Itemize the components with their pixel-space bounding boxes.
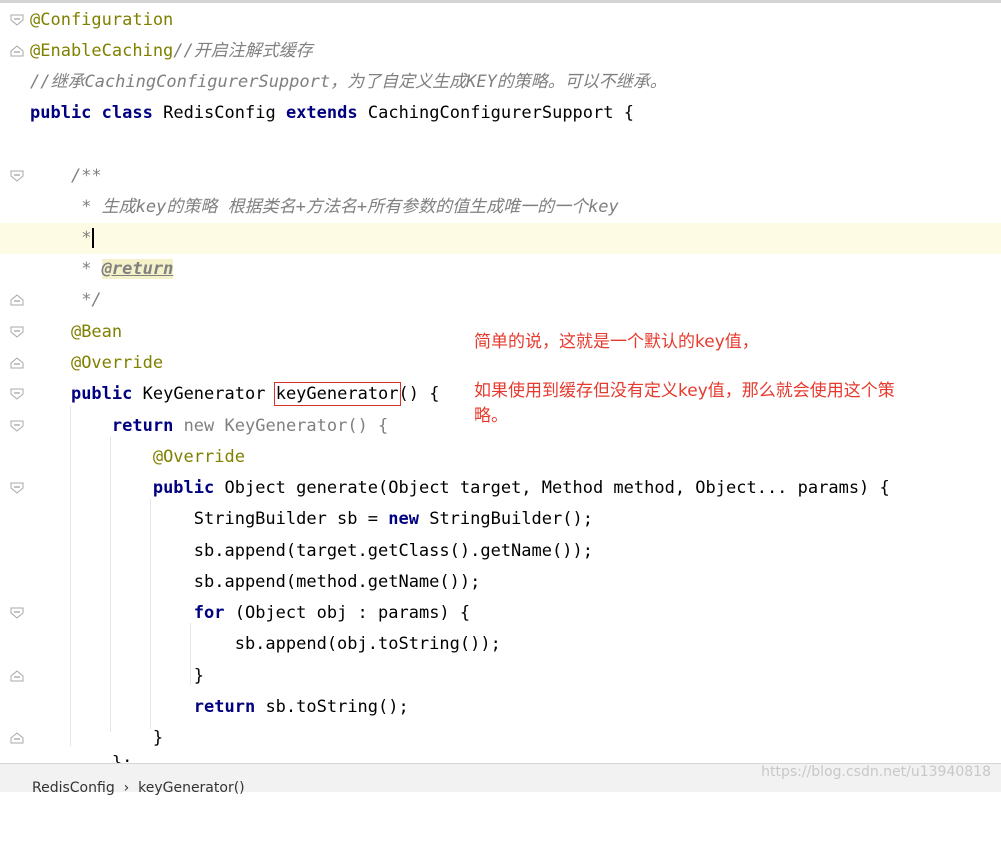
keyword-token: public [30, 103, 92, 123]
anonymous-class: KeyGenerator() { [224, 416, 389, 436]
statement: (Object obj : params) { [234, 603, 471, 623]
code-line-24: } [0, 723, 1001, 754]
keyword-token: for [193, 603, 225, 623]
fold-marker-icon[interactable] [10, 45, 24, 57]
breadcrumb-bar: https://blog.csdn.net/u13940818 RedisCon… [0, 763, 1001, 796]
comment-token: //继承CachingConfigurerSupport，为了自定义生成KEY的… [30, 72, 667, 92]
code-line-9: * @return [81, 259, 174, 279]
brace: } [152, 728, 164, 748]
code-line-19: sb.append(method.getName()); [0, 567, 1001, 598]
doc-comment-token: */ [81, 290, 102, 310]
brace: () { [398, 384, 440, 404]
code-line-18: sb.append(target.getClass().getName()); [0, 536, 1001, 567]
code-line-4: public class RedisConfig extends Caching… [0, 98, 1001, 129]
annotation-token: @Bean [70, 322, 123, 342]
breadcrumb[interactable]: RedisConfig › keyGenerator() [32, 780, 245, 796]
code-line-22: } [0, 661, 1001, 692]
superclass-name: CachingConfigurerSupport [367, 103, 614, 123]
fold-marker-icon[interactable] [10, 170, 24, 182]
note-line-3: 略。 [474, 406, 508, 426]
note-line-1: 简单的说，这就是一个默认的key值， [474, 332, 759, 352]
comment-token: //开启注解式缓存 [173, 41, 313, 61]
fold-marker-icon[interactable] [10, 732, 24, 744]
brace: { [613, 103, 634, 123]
class-name: RedisConfig [163, 103, 276, 123]
text-caret [92, 228, 95, 248]
code-line-7: * 生成key的策略 根据类名+方法名+所有参数的值生成唯一的一个key [0, 192, 1001, 223]
statement: sb.append(target.getClass().getName()); [193, 541, 593, 561]
brace: } [193, 666, 205, 686]
doc-tag-token: @return [101, 259, 174, 279]
method-signature: Object generate(Object target, Method me… [224, 478, 890, 498]
keyword-token: return [111, 416, 174, 436]
code-line-3: //继承CachingConfigurerSupport，为了自定义生成KEY的… [0, 67, 1001, 98]
statement: sb.toString(); [265, 697, 409, 717]
fold-marker-icon[interactable] [10, 607, 24, 619]
statement: StringBuilder sb = [193, 509, 389, 529]
code-line-2: @EnableCaching//开启注解式缓存 [0, 36, 1001, 67]
keyword-token: public [70, 384, 133, 404]
code-line-21: sb.append(obj.toString()); [0, 629, 1001, 660]
keyword-token: new [183, 416, 215, 436]
fold-marker-icon[interactable] [10, 388, 24, 400]
code-line-6: /** [0, 161, 1001, 192]
keyword-token: new [388, 509, 419, 529]
code-line-25: }; [0, 754, 1001, 763]
doc-comment-token: * 生成key的策略 根据类名+方法名+所有参数的值生成唯一的一个key [81, 197, 619, 217]
annotation-token: @Configuration [30, 10, 174, 30]
code-line-15: @Override [0, 442, 1001, 473]
type-name: KeyGenerator [142, 384, 266, 404]
fold-marker-icon[interactable] [10, 357, 24, 369]
fold-marker-icon[interactable] [10, 420, 24, 432]
brace: }; [112, 754, 132, 763]
fold-marker-icon[interactable] [10, 482, 24, 494]
annotation-token: @Override [152, 447, 245, 467]
doc-comment-token: * [81, 228, 92, 248]
code-line-20: for (Object obj : params) { [0, 598, 1001, 629]
keyword-token: return [193, 697, 256, 717]
annotation-token: @EnableCaching [30, 41, 174, 61]
fold-marker-icon[interactable] [10, 670, 24, 682]
code-line-1: @Configuration [0, 5, 1001, 36]
code-editor[interactable]: @Configuration @EnableCaching//开启注解式缓存 /… [0, 3, 1001, 763]
code-line-16: public Object generate(Object target, Me… [0, 473, 1001, 504]
annotation-token: @Override [70, 353, 164, 373]
explanation-note: 简单的说，这就是一个默认的key值， [474, 330, 759, 355]
statement: sb.append(obj.toString()); [234, 634, 501, 654]
fold-marker-icon[interactable] [10, 14, 24, 26]
keyword-token: class [101, 103, 153, 123]
doc-comment-token: /** [70, 166, 102, 186]
fold-marker-icon[interactable] [10, 326, 24, 338]
keyword-token: extends [285, 103, 358, 123]
current-line: * [0, 223, 1001, 254]
highlighted-method-name[interactable]: keyGenerator [273, 382, 401, 406]
code-line-23: return sb.toString(); [0, 692, 1001, 723]
statement: sb.append(method.getName()); [193, 572, 481, 592]
statement: StringBuilder(); [429, 509, 593, 529]
fold-marker-icon[interactable] [10, 294, 24, 306]
code-line-17: StringBuilder sb = new StringBuilder(); [0, 504, 1001, 535]
code-line-10: */ [0, 285, 1001, 316]
watermark: https://blog.csdn.net/u13940818 [761, 764, 991, 780]
keyword-token: public [152, 478, 215, 498]
note-line-2: 如果使用到缓存但没有定义key值，那么就会使用这个策 [474, 381, 895, 401]
explanation-note: 如果使用到缓存但没有定义key值，那么就会使用这个策 略。 [474, 379, 895, 429]
